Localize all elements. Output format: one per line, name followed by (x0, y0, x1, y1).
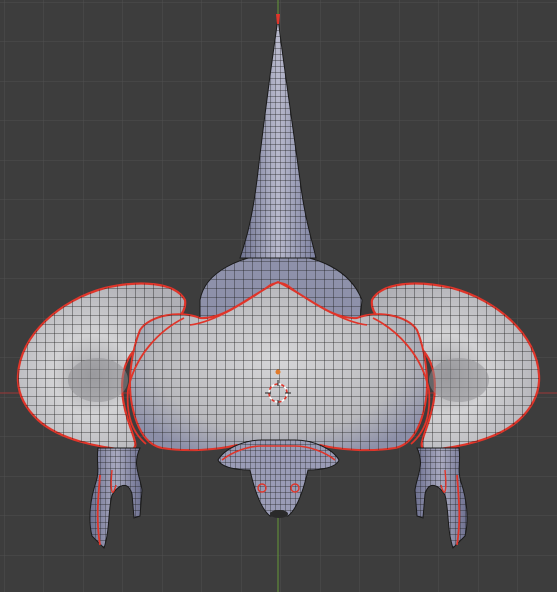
left-ear-hollow (68, 358, 128, 402)
pivot-dot-icon (275, 369, 281, 375)
right-ear-hollow (429, 358, 489, 402)
mouth (270, 510, 288, 518)
3d-viewport[interactable] (0, 0, 557, 592)
